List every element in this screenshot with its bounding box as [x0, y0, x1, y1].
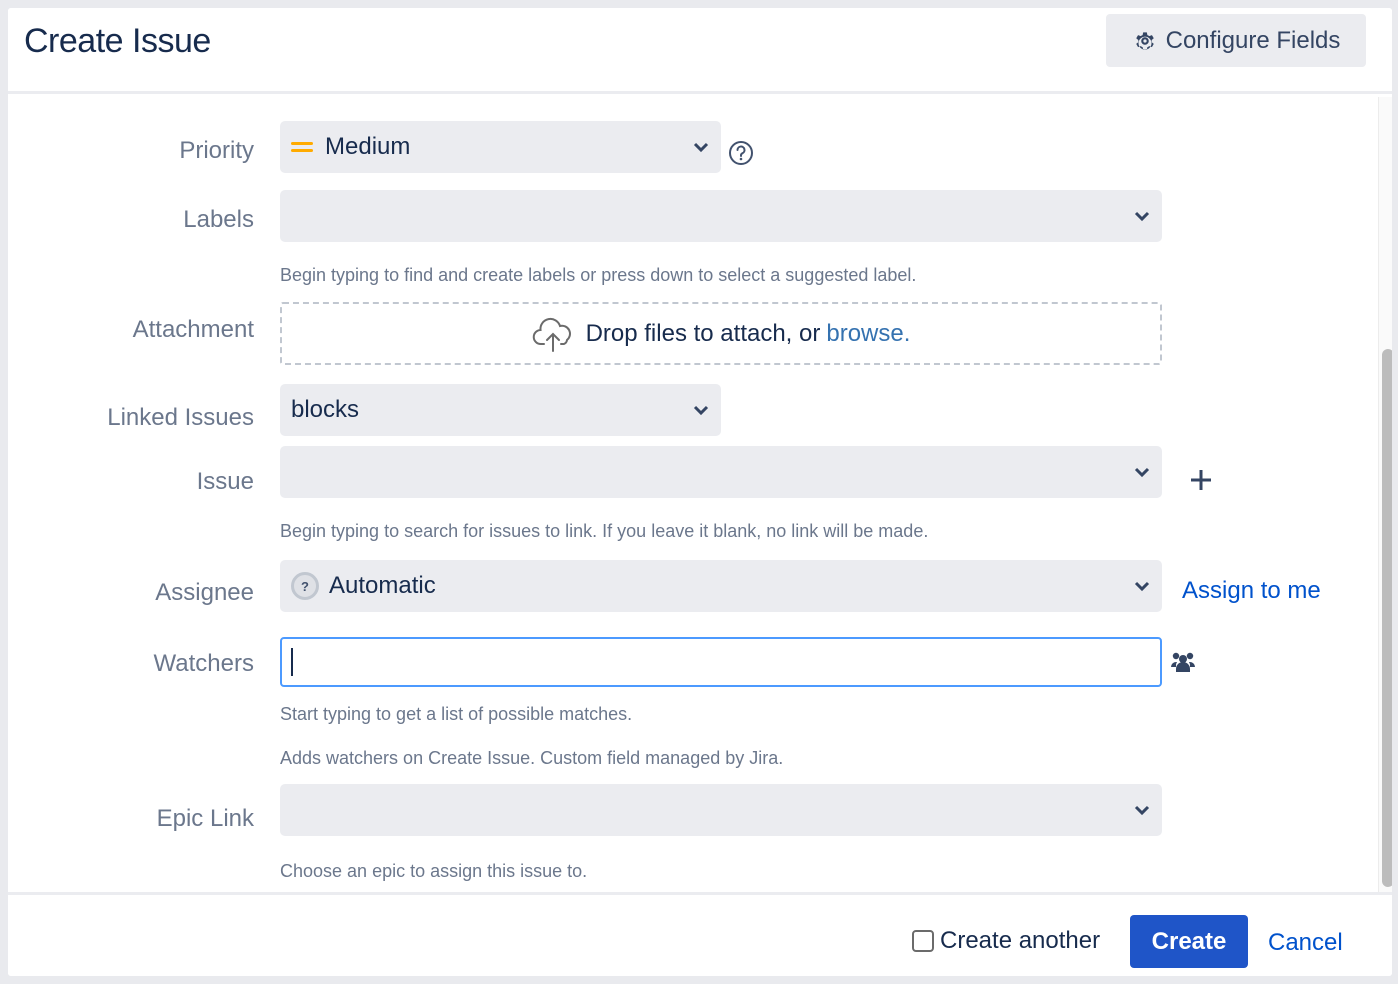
create-button[interactable]: Create: [1130, 915, 1248, 968]
automatic-avatar-icon: ?: [291, 572, 319, 600]
chevron-down-icon: [693, 142, 709, 153]
priority-select[interactable]: Medium: [280, 121, 721, 173]
epic-link-label: Epic Link: [156, 805, 254, 832]
assignee-value: Automatic: [329, 572, 436, 599]
dialog-title: Create Issue: [24, 22, 211, 60]
create-another-toggle[interactable]: Create another: [912, 927, 1100, 955]
chevron-down-icon: [1134, 467, 1150, 478]
cloud-upload-icon: [532, 317, 571, 352]
question-circle-icon[interactable]: [728, 140, 754, 166]
priority-label: Priority: [179, 137, 254, 164]
assignee-select[interactable]: ? Automatic: [280, 560, 1162, 612]
watchers-hint: Start typing to get a list of possible m…: [280, 704, 633, 724]
create-another-checkbox[interactable]: [912, 930, 934, 952]
configure-fields-button[interactable]: Configure Fields: [1106, 14, 1366, 67]
priority-medium-icon: [291, 140, 313, 154]
watchers-label: Watchers: [153, 650, 254, 677]
browse-link[interactable]: browse.: [826, 320, 910, 348]
create-issue-dialog: Create Issue Configure Fields Priority M…: [8, 8, 1392, 976]
issue-hint: Begin typing to search for issues to lin…: [280, 521, 929, 541]
dialog-footer: Create another Create Cancel: [8, 892, 1392, 976]
cancel-button[interactable]: Cancel: [1268, 929, 1343, 957]
watchers-input[interactable]: [280, 637, 1162, 687]
chevron-down-icon: [1134, 805, 1150, 816]
scrollbar[interactable]: [1378, 97, 1392, 892]
attachment-label: Attachment: [132, 316, 254, 343]
create-another-label: Create another: [940, 927, 1101, 954]
epic-link-select[interactable]: [280, 784, 1162, 836]
attachment-dropzone[interactable]: Drop files to attach, or browse.: [280, 302, 1162, 365]
text-caret: [291, 648, 293, 676]
labels-label: Labels: [183, 206, 254, 233]
assign-to-me-link[interactable]: Assign to me: [1182, 577, 1321, 605]
watchers-description: Adds watchers on Create Issue. Custom fi…: [280, 748, 784, 768]
configure-fields-label: Configure Fields: [1165, 26, 1341, 54]
drop-files-text: Drop files to attach, or: [585, 319, 821, 347]
plus-icon[interactable]: [1188, 467, 1214, 493]
gear-icon: [1135, 31, 1154, 50]
chevron-down-icon: [1134, 581, 1150, 592]
issue-label: Issue: [196, 468, 254, 495]
scrollbar-thumb[interactable]: [1382, 349, 1392, 887]
linked-issues-label: Linked Issues: [107, 404, 254, 431]
priority-value: Medium: [325, 133, 411, 160]
chevron-down-icon: [693, 405, 709, 416]
assignee-label: Assignee: [155, 579, 254, 606]
form-content: Priority Medium Labels Begin typing to f…: [8, 97, 1378, 892]
epic-link-hint: Choose an epic to assign this issue to.: [280, 861, 588, 881]
users-icon[interactable]: [1170, 650, 1196, 674]
issue-select[interactable]: [280, 446, 1162, 498]
labels-hint: Begin typing to find and create labels o…: [280, 265, 917, 285]
dialog-header: Create Issue Configure Fields: [8, 8, 1392, 94]
labels-select[interactable]: [280, 190, 1162, 242]
link-type-value: blocks: [291, 396, 360, 423]
chevron-down-icon: [1134, 211, 1150, 222]
link-type-select[interactable]: blocks: [280, 384, 721, 436]
